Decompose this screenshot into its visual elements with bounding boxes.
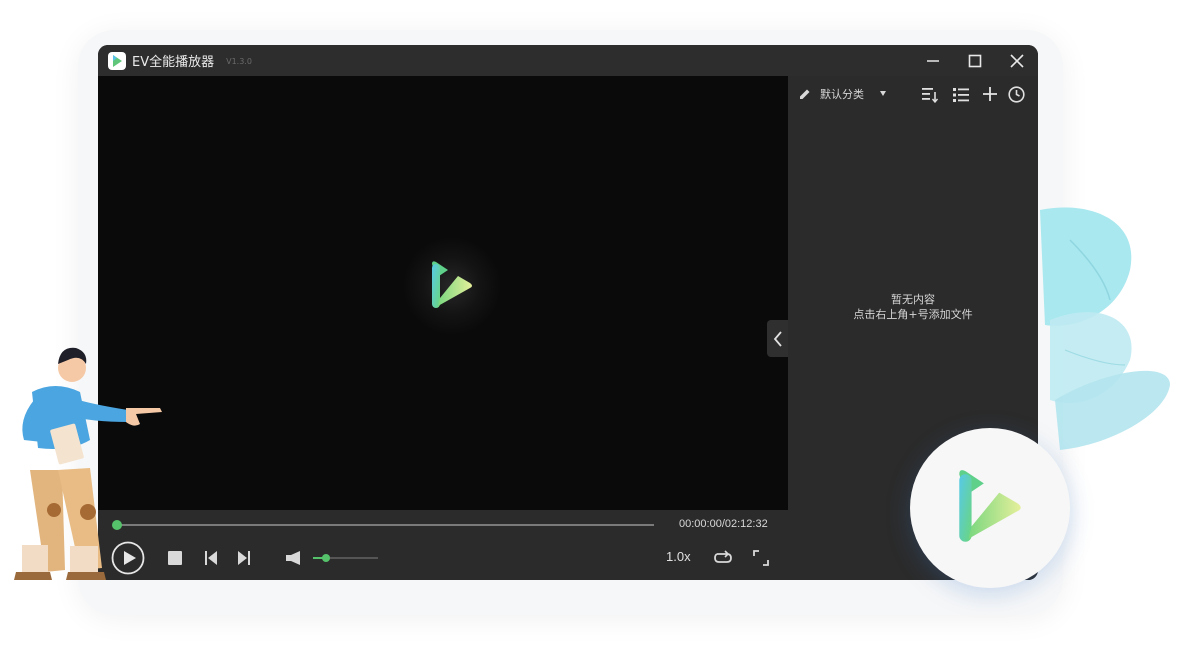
player-window: EV全能播放器 V1.3.0 00:00:00/02:12:32 1.0x 默认… bbox=[98, 45, 1038, 580]
previous-button[interactable] bbox=[204, 550, 218, 566]
minimize-icon bbox=[927, 59, 939, 62]
maximize-button[interactable] bbox=[954, 45, 996, 76]
playlist-header: 默认分类 bbox=[788, 76, 1038, 112]
empty-title: 暂无内容 bbox=[891, 293, 935, 306]
minimize-button[interactable] bbox=[912, 45, 954, 76]
volume-handle[interactable] bbox=[322, 554, 330, 562]
skip-next-icon bbox=[238, 551, 250, 565]
player-logo-icon bbox=[432, 261, 472, 308]
app-logo-icon bbox=[108, 51, 126, 70]
volume-button[interactable] bbox=[285, 550, 303, 566]
add-icon[interactable] bbox=[983, 87, 997, 101]
app-title: EV全能播放器 bbox=[132, 55, 215, 70]
empty-hint: 点击右上角+号添加文件 bbox=[853, 308, 973, 321]
chevron-left-icon bbox=[773, 330, 782, 347]
video-area[interactable] bbox=[98, 76, 788, 510]
next-button[interactable] bbox=[237, 550, 251, 566]
category-select[interactable]: 默认分类 bbox=[820, 86, 864, 102]
list-view-icon[interactable] bbox=[953, 87, 969, 103]
sort-icon[interactable] bbox=[922, 87, 938, 103]
control-bar: 00:00:00/02:12:32 1.0x bbox=[98, 510, 788, 580]
skip-previous-icon bbox=[205, 551, 217, 565]
brand-badge bbox=[910, 428, 1070, 588]
pointing-person-illustration bbox=[14, 347, 162, 580]
fullscreen-button[interactable] bbox=[751, 549, 771, 567]
history-clock-icon[interactable] bbox=[1008, 86, 1025, 103]
fullscreen-icon bbox=[753, 550, 769, 566]
brand-logo-icon bbox=[959, 470, 1021, 542]
speaker-icon bbox=[286, 551, 300, 565]
loop-button[interactable] bbox=[712, 548, 734, 568]
app-version: V1.3.0 bbox=[226, 57, 252, 66]
loop-icon bbox=[714, 550, 732, 563]
stop-icon bbox=[168, 551, 182, 565]
maximize-icon bbox=[968, 54, 982, 67]
title-bar[interactable]: EV全能播放器 V1.3.0 bbox=[98, 45, 1038, 76]
time-display: 00:00:00/02:12:32 bbox=[679, 518, 768, 530]
progress-bar[interactable] bbox=[116, 524, 654, 526]
edit-icon[interactable] bbox=[799, 88, 811, 100]
dropdown-arrow-icon[interactable] bbox=[880, 91, 886, 96]
close-icon bbox=[1010, 53, 1024, 68]
close-button[interactable] bbox=[996, 45, 1038, 76]
collapse-sidebar-button[interactable] bbox=[767, 320, 788, 357]
playback-speed-button[interactable]: 1.0x bbox=[666, 549, 691, 564]
